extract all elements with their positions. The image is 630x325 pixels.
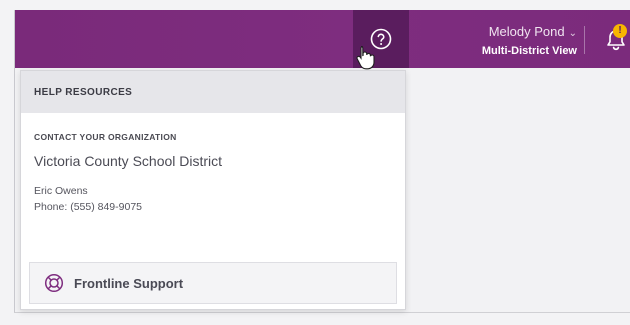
header-divider [584,26,585,54]
hand-cursor-icon [356,45,375,70]
frontline-support-label: Frontline Support [74,275,184,291]
top-navigation-bar: Melody Pond ⌄ Multi-District View ! [15,10,630,68]
frontline-support-button[interactable]: Frontline Support [29,262,397,304]
user-name: Melody Pond ⌄ [421,24,577,42]
contact-phone: Phone: (555) 849-9075 [34,201,142,213]
contact-organization-label: CONTACT YOUR ORGANIZATION [34,132,177,142]
help-resources-dropdown: HELP RESOURCES CONTACT YOUR ORGANIZATION… [20,70,406,310]
notification-badge: ! [613,24,627,38]
lifebuoy-icon [44,273,64,293]
organization-name: Victoria County School District [34,153,223,169]
chevron-down-icon: ⌄ [568,28,577,39]
contact-person-name: Eric Owens [34,185,88,197]
district-view-label: Multi-District View [481,45,577,57]
notifications-button[interactable]: ! [599,24,630,54]
contact-section: CONTACT YOUR ORGANIZATION Victoria Count… [21,113,405,214]
help-resources-title: HELP RESOURCES [21,71,405,113]
user-name-text: Melody Pond [488,24,565,39]
user-menu[interactable]: Melody Pond ⌄ Multi-District View [421,24,577,59]
